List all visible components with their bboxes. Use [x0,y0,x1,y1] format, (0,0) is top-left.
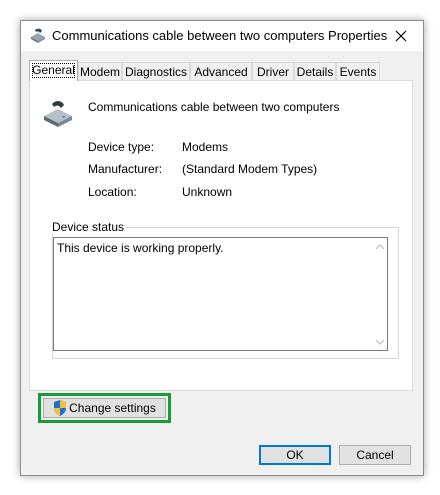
device-name: Communications cable between two compute… [88,100,340,114]
device-status-legend: Device status [52,220,128,234]
change-settings-button[interactable]: Change settings [43,398,166,418]
manufacturer-label: Manufacturer: [88,162,163,176]
location-label: Location: [88,185,137,199]
modem-device-icon [42,100,74,128]
tab-events[interactable]: Events [336,62,380,80]
device-status-textbox[interactable]: This device is working properly. [53,237,388,351]
tab-details[interactable]: Details [294,62,336,80]
tab-driver[interactable]: Driver [252,62,294,80]
device-status-text: This device is working properly. [57,241,224,255]
window-title: Communications cable between two compute… [52,28,388,43]
cancel-button[interactable]: Cancel [339,445,411,465]
tab-diagnostics[interactable]: Diagnostics [122,62,190,80]
scroll-up-icon[interactable] [375,241,385,251]
scroll-down-icon[interactable] [375,337,385,347]
change-settings-label: Change settings [69,401,156,415]
device-type-label: Device type: [88,140,155,154]
uac-shield-icon [53,400,67,416]
tab-general[interactable]: General [29,60,78,81]
tab-advanced[interactable]: Advanced [190,62,252,80]
device-type-value: Modems [182,140,229,154]
close-button[interactable] [379,21,423,51]
properties-dialog: Communications cable between two compute… [20,20,424,476]
ok-button[interactable]: OK [259,445,331,465]
title-bar: Communications cable between two compute… [21,21,423,51]
close-icon [395,30,407,42]
tab-modem[interactable]: Modem [78,62,122,80]
location-value: Unknown [182,185,233,199]
modem-icon [29,28,47,44]
manufacturer-value: (Standard Modem Types) [182,162,318,176]
